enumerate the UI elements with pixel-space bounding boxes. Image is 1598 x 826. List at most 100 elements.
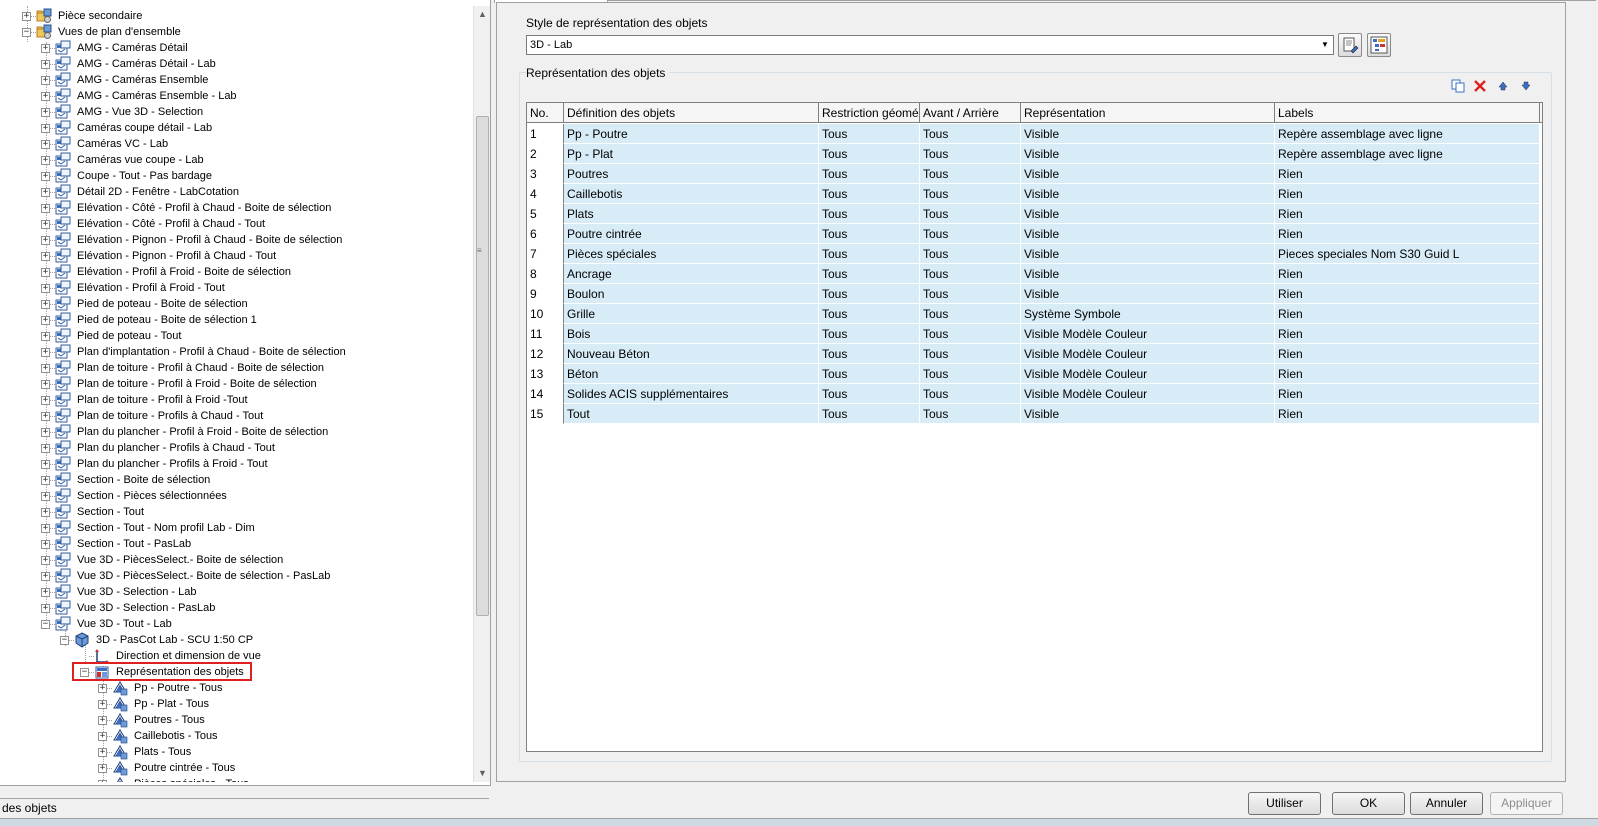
tree-item[interactable]: + Plan du plancher - Profils à Froid - To… xyxy=(0,456,470,472)
expand-icon[interactable]: + xyxy=(22,12,31,21)
table-cell[interactable]: Rien xyxy=(1275,264,1540,284)
table-cell[interactable]: Caillebotis xyxy=(564,184,819,204)
expand-icon[interactable]: + xyxy=(41,460,50,469)
table-cell[interactable]: Visible xyxy=(1021,404,1275,424)
table-cell[interactable]: Tous xyxy=(920,204,1021,224)
expand-icon[interactable]: + xyxy=(41,300,50,309)
column-header[interactable]: Définition des objets xyxy=(564,103,819,123)
table-cell[interactable]: Tous xyxy=(819,144,920,164)
expand-icon[interactable]: + xyxy=(41,364,50,373)
expand-icon[interactable]: + xyxy=(41,348,50,357)
table-cell[interactable]: 9 xyxy=(527,284,564,304)
expand-icon[interactable]: + xyxy=(41,588,50,597)
tree-item[interactable]: − Vues de plan d'ensemble xyxy=(0,24,470,40)
column-header[interactable]: Restriction géomé xyxy=(819,103,920,123)
table-cell[interactable]: Tout xyxy=(564,404,819,424)
tree-item[interactable]: + Section - Tout xyxy=(0,504,470,520)
scroll-down-arrow-icon[interactable]: ▼ xyxy=(474,765,490,782)
table-cell[interactable]: Tous xyxy=(920,244,1021,264)
table-cell[interactable]: Tous xyxy=(819,384,920,404)
column-header[interactable]: Avant / Arrière xyxy=(920,103,1021,123)
tree-item[interactable]: + Coupe - Tout - Pas bardage xyxy=(0,168,470,184)
expand-icon[interactable]: + xyxy=(41,252,50,261)
expand-icon[interactable]: + xyxy=(98,700,107,709)
table-cell[interactable]: Tous xyxy=(819,184,920,204)
table-cell[interactable]: Visible xyxy=(1021,244,1275,264)
expand-icon[interactable]: + xyxy=(41,92,50,101)
table-cell[interactable]: Tous xyxy=(920,404,1021,424)
tree-item[interactable]: + AMG - Caméras Ensemble - Lab xyxy=(0,88,470,104)
expand-icon[interactable]: + xyxy=(41,412,50,421)
expand-icon[interactable]: + xyxy=(98,748,107,757)
cancel-button[interactable]: Annuler xyxy=(1410,792,1483,815)
table-cell[interactable]: 12 xyxy=(527,344,564,364)
chevron-down-icon[interactable]: ▼ xyxy=(1317,36,1333,54)
collapse-icon[interactable]: − xyxy=(41,620,50,629)
tree-item[interactable]: + Section - Tout - Nom profil Lab - Dim xyxy=(0,520,470,536)
table-cell[interactable]: Visible xyxy=(1021,204,1275,224)
table-row[interactable]: 5 Plats Tous Tous Visible Rien xyxy=(527,204,1542,224)
table-row[interactable]: 14 Solides ACIS supplémentaires Tous Tous Vi… xyxy=(527,384,1542,404)
table-cell[interactable]: Bois xyxy=(564,324,819,344)
table-cell[interactable]: Visible xyxy=(1021,224,1275,244)
table-row[interactable]: 10 Grille Tous Tous Système Symbole Rien xyxy=(527,304,1542,324)
tree-item[interactable]: + AMG - Vue 3D - Selection xyxy=(0,104,470,120)
table-cell[interactable]: Tous xyxy=(819,344,920,364)
expand-icon[interactable]: + xyxy=(41,156,50,165)
expand-icon[interactable]: + xyxy=(41,556,50,565)
tree-scrollbar[interactable]: ▲ ≡ ▼ xyxy=(473,6,490,782)
table-cell[interactable]: Béton xyxy=(564,364,819,384)
expand-icon[interactable]: + xyxy=(41,572,50,581)
table-cell[interactable]: Tous xyxy=(920,384,1021,404)
expand-icon[interactable]: + xyxy=(41,332,50,341)
table-row[interactable]: 13 Béton Tous Tous Visible Modèle Couleur Rie… xyxy=(527,364,1542,384)
tree-item[interactable]: + Plan du plancher - Profils à Chaud - To… xyxy=(0,440,470,456)
column-header[interactable]: No. xyxy=(527,103,564,123)
tree-item[interactable]: + Plan de toiture - Profil à Froid - Boit… xyxy=(0,376,470,392)
collapse-icon[interactable]: − xyxy=(22,28,31,37)
table-cell[interactable]: 14 xyxy=(527,384,564,404)
expand-icon[interactable]: + xyxy=(41,524,50,533)
apply-button[interactable]: Appliquer xyxy=(1490,792,1563,815)
tree-item[interactable]: + AMG - Caméras Ensemble xyxy=(0,72,470,88)
tree-item[interactable]: + Pièce secondaire xyxy=(0,8,470,24)
table-cell[interactable]: Tous xyxy=(920,124,1021,144)
table-cell[interactable]: 7 xyxy=(527,244,564,264)
table-row[interactable]: 11 Bois Tous Tous Visible Modèle Couleur Rien xyxy=(527,324,1542,344)
expand-icon[interactable]: + xyxy=(41,604,50,613)
table-cell[interactable]: Rien xyxy=(1275,204,1540,224)
tree-item[interactable]: + Section - Pièces sélectionnées xyxy=(0,488,470,504)
table-cell[interactable]: Rien xyxy=(1275,384,1540,404)
expand-icon[interactable]: + xyxy=(41,444,50,453)
tree-item[interactable]: + Section - Tout - PasLab xyxy=(0,536,470,552)
table-cell[interactable]: Poutre cintrée xyxy=(564,224,819,244)
tree-item[interactable]: + Vue 3D - Selection - PasLab xyxy=(0,600,470,616)
tree-item[interactable]: + Pp - Plat - Tous xyxy=(0,696,470,712)
table-cell[interactable]: Rien xyxy=(1275,184,1540,204)
edit-style-button[interactable] xyxy=(1338,33,1362,57)
expand-icon[interactable]: + xyxy=(41,380,50,389)
expand-icon[interactable]: + xyxy=(41,268,50,277)
expand-icon[interactable]: + xyxy=(98,684,107,693)
table-cell[interactable]: Repère assemblage avec ligne xyxy=(1275,124,1540,144)
table-cell[interactable]: Visible xyxy=(1021,184,1275,204)
table-cell[interactable]: Tous xyxy=(819,204,920,224)
tree-item[interactable]: + AMG - Caméras Détail - Lab xyxy=(0,56,470,72)
table-row[interactable]: 2 Pp - Plat Tous Tous Visible Repère assembla… xyxy=(527,144,1542,164)
tree-item[interactable]: + Elévation - Profil à Froid - Tout xyxy=(0,280,470,296)
tree-item[interactable]: − Vue 3D - Tout - Lab xyxy=(0,616,470,632)
tree-item[interactable]: + Poutres - Tous xyxy=(0,712,470,728)
table-row[interactable]: 7 Pièces spéciales Tous Tous Visible Pieces s… xyxy=(527,244,1542,264)
tree-item[interactable]: + Section - Boite de sélection xyxy=(0,472,470,488)
table-cell[interactable]: 11 xyxy=(527,324,564,344)
table-cell[interactable]: 4 xyxy=(527,184,564,204)
table-cell[interactable]: Rien xyxy=(1275,364,1540,384)
tree-item[interactable]: + Elévation - Profil à Froid - Boite de s… xyxy=(0,264,470,280)
expand-icon[interactable]: + xyxy=(41,188,50,197)
tree-item[interactable]: + Pièces spéciales - Tous xyxy=(0,776,470,782)
tree-item[interactable]: + Vue 3D - PiècesSelect.- Boite de sélect… xyxy=(0,568,470,584)
table-cell[interactable]: Rien xyxy=(1275,224,1540,244)
table-cell[interactable]: Boulon xyxy=(564,284,819,304)
table-cell[interactable]: Visible Modèle Couleur xyxy=(1021,384,1275,404)
expand-icon[interactable]: + xyxy=(41,508,50,517)
